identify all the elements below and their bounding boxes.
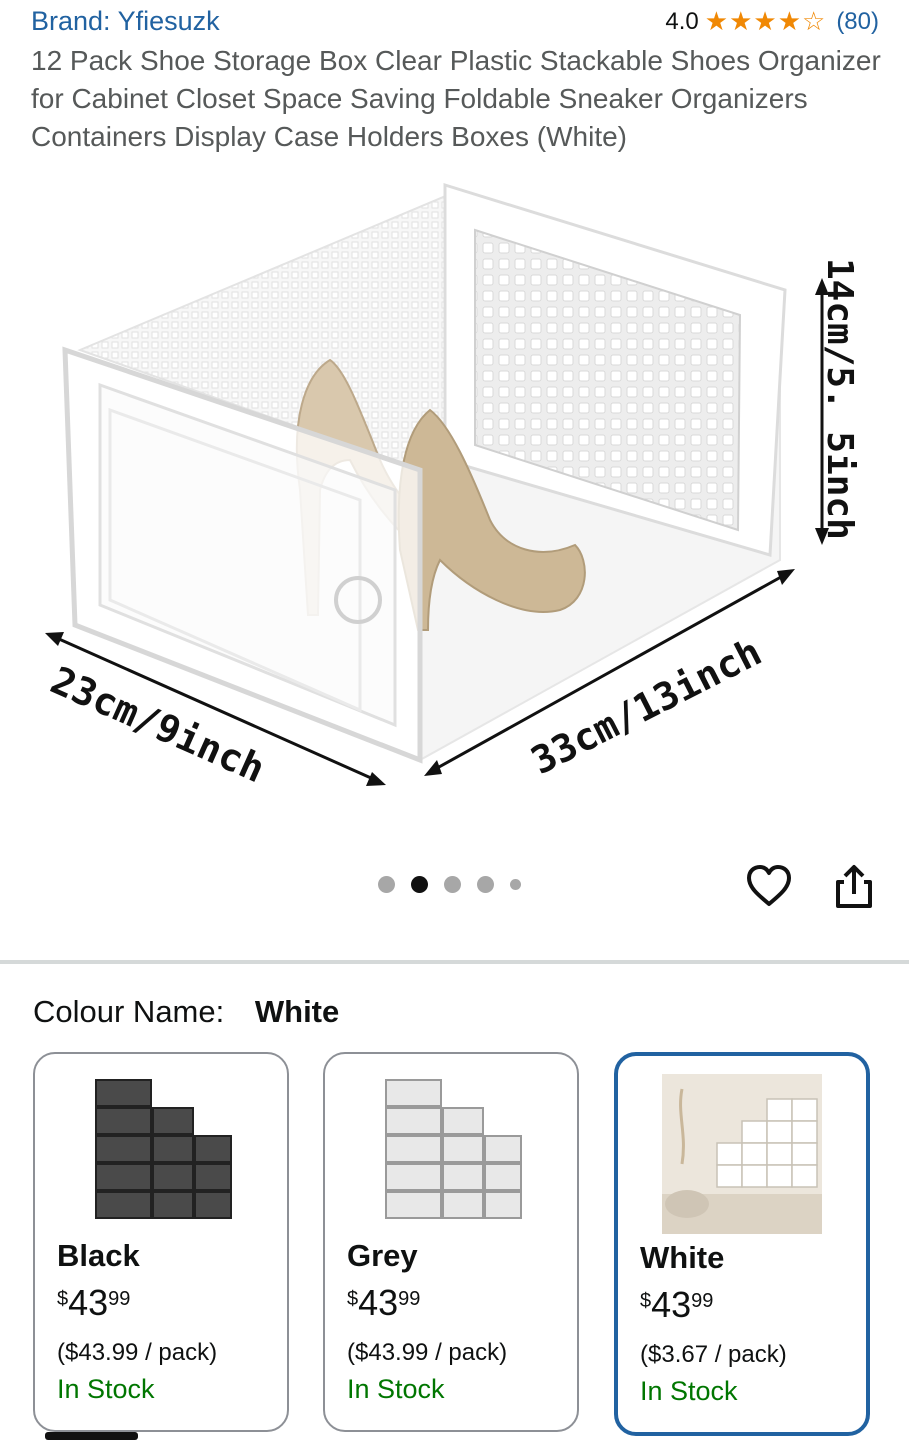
colour-option-availability: In Stock [640, 1376, 738, 1406]
colour-name-row: Colour Name: White [33, 994, 339, 1030]
product-image[interactable]: 14cm/5. 5inch 23cm/9inch 33cm/13inch [0, 160, 909, 850]
colour-option-unit-price: ($3.67 / pack) [640, 1341, 787, 1368]
heart-icon[interactable] [745, 862, 793, 910]
colour-option-black[interactable]: Black $ 43 99 ($43.99 / pack) In Stock [33, 1052, 289, 1432]
colour-thumbnail-white [662, 1074, 822, 1234]
share-icon[interactable] [830, 862, 878, 912]
price-whole: 43 [651, 1284, 692, 1325]
colour-option-grey[interactable]: Grey $ 43 99 ($43.99 / pack) In Stock [323, 1052, 579, 1432]
rating-summary[interactable]: 4.0 ★★★★☆ (80) [665, 6, 879, 37]
price-whole: 43 [358, 1282, 399, 1323]
price-symbol: $ [347, 1288, 359, 1310]
price-fraction: 99 [691, 1290, 714, 1312]
price-whole: 43 [68, 1282, 109, 1323]
colour-option-price: $ 43 99 [57, 1282, 130, 1324]
brand-link[interactable]: Brand: Yfiesuzk [31, 6, 220, 37]
section-divider [0, 960, 909, 964]
colour-option-unit-price: ($43.99 / pack) [347, 1339, 508, 1366]
carousel-dot[interactable] [510, 879, 521, 890]
star-icon: ★★★★☆ [704, 6, 827, 36]
colour-name-label: Colour Name: [33, 994, 225, 1029]
colour-option-availability: In Stock [57, 1374, 155, 1404]
colour-name-value: White [254, 994, 340, 1029]
colour-option-name: Grey [347, 1238, 418, 1273]
colour-thumbnail-black [95, 1079, 232, 1219]
dimension-height-label: 14cm/5. 5inch [819, 258, 860, 540]
rating-score: 4.0 [665, 7, 699, 35]
colour-option-name: White [640, 1240, 725, 1275]
colour-option-availability: In Stock [347, 1374, 445, 1404]
price-fraction: 99 [398, 1288, 421, 1310]
carousel-dot[interactable] [444, 876, 461, 893]
colour-option-white[interactable]: White $ 43 99 ($3.67 / pack) In Stock [614, 1052, 870, 1436]
colour-option-unit-price: ($43.99 / pack) [57, 1339, 218, 1366]
colour-thumbnail-grey [385, 1079, 522, 1219]
price-symbol: $ [640, 1290, 652, 1312]
product-image-graphic: 14cm/5. 5inch 23cm/9inch 33cm/13inch [44, 182, 860, 791]
price-fraction: 99 [108, 1288, 131, 1310]
colour-option-price: $ 43 99 [640, 1284, 713, 1326]
carousel-dot-active[interactable] [411, 876, 428, 893]
colour-option-price: $ 43 99 [347, 1282, 420, 1324]
home-indicator [45, 1432, 138, 1440]
colour-option-name: Black [57, 1238, 140, 1273]
product-title: 12 Pack Shoe Storage Box Clear Plastic S… [31, 45, 881, 152]
rating-count-link[interactable]: (80) [836, 8, 879, 36]
price-symbol: $ [57, 1288, 69, 1310]
carousel-dot[interactable] [378, 876, 395, 893]
carousel-indicator [378, 876, 521, 893]
carousel-dot[interactable] [477, 876, 494, 893]
